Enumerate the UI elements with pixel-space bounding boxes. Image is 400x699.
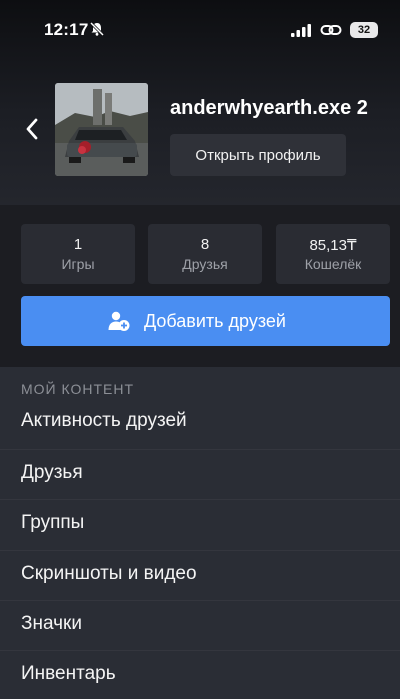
stat-label: Друзья (182, 256, 228, 272)
status-bar: 12:17 32 (0, 0, 400, 62)
menu-item-inventory[interactable]: Инвентарь (0, 650, 400, 699)
stat-label: Кошелёк (304, 256, 362, 272)
stat-friends[interactable]: 8 Друзья (148, 224, 262, 284)
add-friends-label: Добавить друзей (144, 311, 286, 331)
avatar[interactable] (55, 83, 148, 176)
menu-item-label: Группы (21, 512, 85, 533)
vpn-link-icon (320, 25, 342, 35)
bell-muted-icon (89, 21, 105, 37)
section-title-my-content: МОЙ КОНТЕНТ (21, 381, 135, 397)
add-friends-button[interactable]: Добавить друзей (21, 296, 390, 346)
menu-item-friends[interactable]: Друзья (0, 449, 400, 500)
menu-item-badges[interactable]: Значки (0, 600, 400, 651)
menu-item-label: Друзья (21, 462, 83, 483)
stat-value: 8 (200, 236, 210, 253)
menu-item-label: Скриншоты и видео (21, 563, 197, 584)
menu-item-groups[interactable]: Группы (0, 499, 400, 550)
menu-item-friends-activity[interactable]: Активность друзей (0, 398, 400, 448)
stat-games[interactable]: 1 Игры (21, 224, 135, 284)
back-chevron-icon[interactable] (24, 117, 40, 141)
battery-indicator: 32 (350, 22, 378, 38)
menu-item-label: Активность друзей (21, 410, 187, 431)
open-profile-button[interactable]: Открыть профиль (170, 134, 346, 176)
menu-item-label: Инвентарь (21, 663, 116, 684)
stat-label: Игры (61, 256, 95, 272)
status-time: 12:17 (44, 20, 89, 39)
stats-section: 1 Игры 8 Друзья 85,13₸ Кошелёк Добавить … (0, 205, 400, 367)
menu-item-label: Значки (21, 613, 82, 634)
menu-item-screenshots-videos[interactable]: Скриншоты и видео (0, 550, 400, 601)
avatar-car-image (55, 83, 148, 176)
profile-username: anderwhyearth.exe 2 (170, 97, 368, 119)
add-user-icon (108, 311, 130, 331)
signal-icon (291, 24, 311, 37)
stat-value: 85,13₸ (309, 237, 357, 254)
stat-wallet[interactable]: 85,13₸ Кошелёк (276, 224, 390, 284)
stat-value: 1 (73, 236, 83, 253)
